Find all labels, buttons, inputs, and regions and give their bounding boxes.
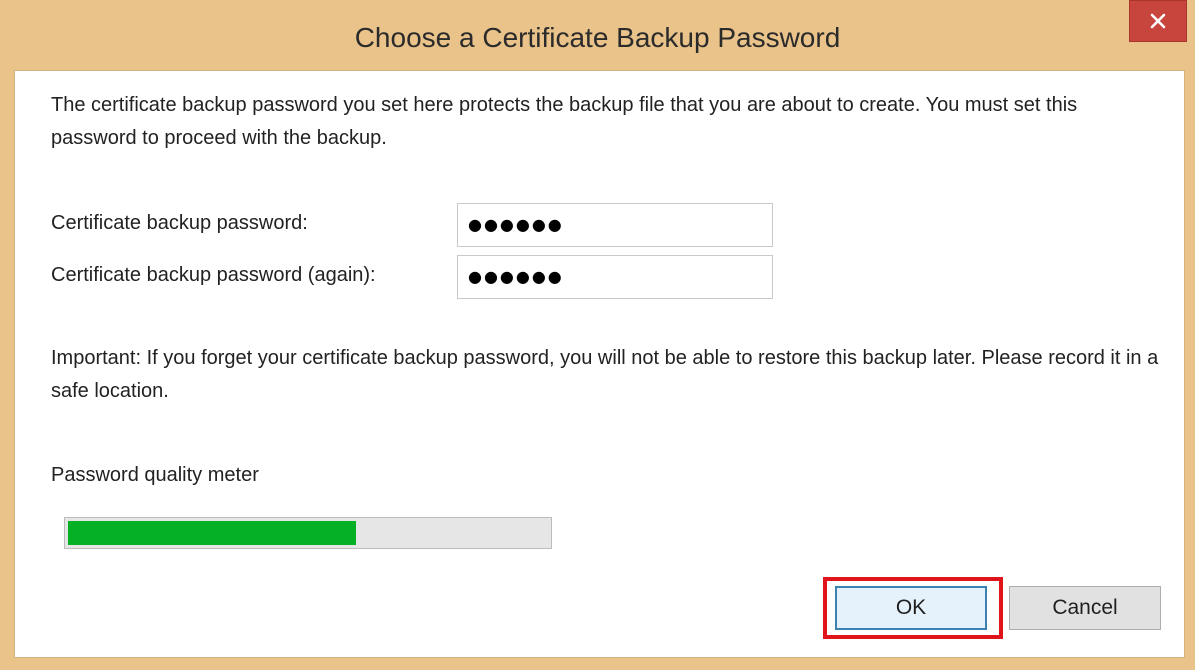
important-notice: Important: If you forget your certificat…	[51, 347, 1159, 402]
password-again-label: Certificate backup password (again):	[51, 264, 376, 286]
password-again-field[interactable]: ●●●●●●	[457, 255, 773, 299]
quality-meter-fill	[68, 521, 356, 545]
dialog-window: Choose a Certificate Backup Password The…	[0, 0, 1195, 670]
close-icon	[1150, 13, 1166, 29]
description-text: The certificate backup password you set …	[51, 94, 1078, 149]
password-quality-meter	[64, 517, 552, 549]
dialog-title: Choose a Certificate Backup Password	[354, 22, 841, 53]
title-bar[interactable]: Choose a Certificate Backup Password	[0, 0, 1195, 70]
password-field[interactable]: ●●●●●●	[457, 203, 773, 247]
quality-meter-label: Password quality meter	[51, 464, 259, 486]
cancel-button[interactable]: Cancel	[1009, 586, 1161, 630]
password-label: Certificate backup password:	[51, 212, 308, 234]
close-button[interactable]	[1129, 0, 1187, 42]
dialog-content: The certificate backup password you set …	[14, 70, 1185, 658]
ok-button[interactable]: OK	[835, 586, 987, 630]
